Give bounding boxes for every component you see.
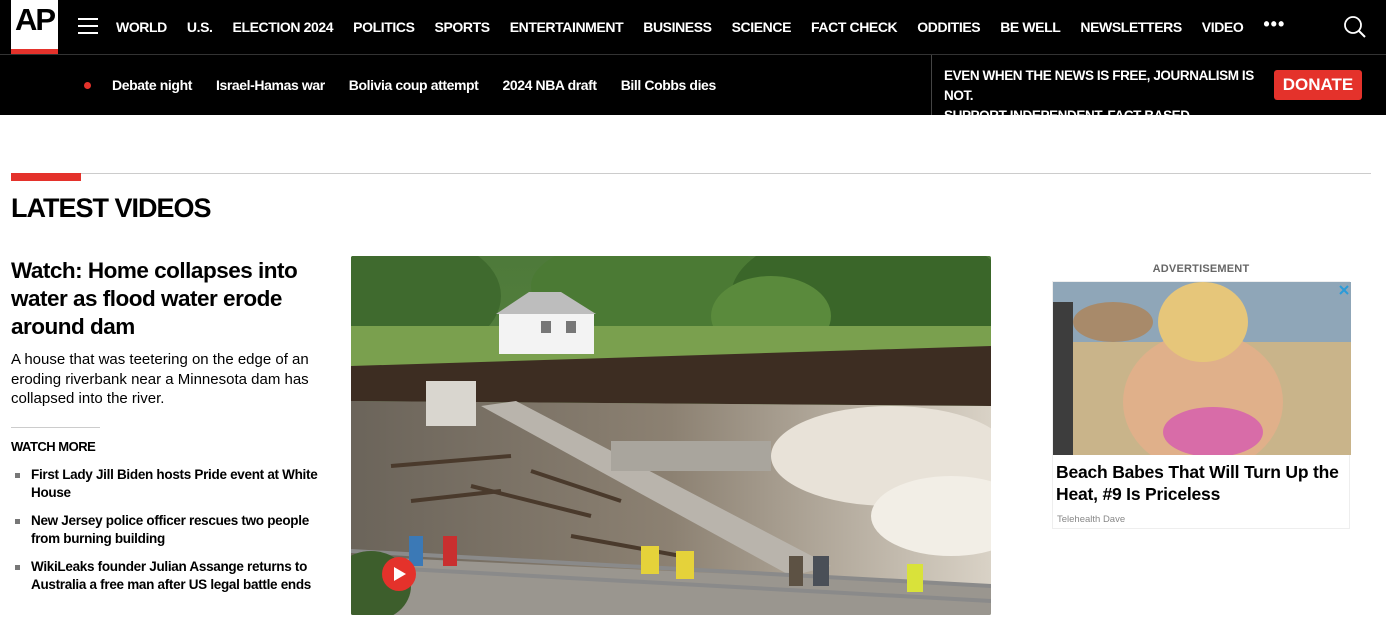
- watch-more-rule: [11, 427, 100, 428]
- nav-link-politics[interactable]: POLITICS: [343, 19, 424, 35]
- watch-more-list: First Lady Jill Biden hosts Pride event …: [11, 466, 331, 604]
- bullet-icon: [15, 519, 20, 524]
- more-menu-icon[interactable]: •••: [1253, 14, 1295, 35]
- trending-link-israel-hamas-war[interactable]: Israel-Hamas war: [204, 77, 337, 93]
- search-icon[interactable]: [1343, 15, 1367, 39]
- watch-more-link[interactable]: New Jersey police officer rescues two pe…: [31, 513, 309, 546]
- trending-link-nba-draft[interactable]: 2024 NBA draft: [490, 77, 608, 93]
- lead-headline[interactable]: Watch: Home collapses into water as floo…: [11, 257, 331, 341]
- nav-link-oddities[interactable]: ODDITIES: [907, 19, 990, 35]
- nav-link-newsletters[interactable]: NEWSLETTERS: [1070, 19, 1191, 35]
- trending-links: Debate night Israel-Hamas war Bolivia co…: [100, 55, 728, 115]
- watch-more-link[interactable]: WikiLeaks founder Julian Assange returns…: [31, 559, 311, 592]
- ad-close-icon[interactable]: [1338, 283, 1350, 295]
- section-accent-bar: [11, 173, 81, 181]
- lead-summary: A house that was teetering on the edge o…: [11, 351, 309, 407]
- promo-divider: [931, 55, 932, 115]
- donate-button[interactable]: DONATE: [1274, 70, 1362, 100]
- ad-image[interactable]: [1053, 282, 1351, 455]
- ad-headline[interactable]: Beach Babes That Will Turn Up the Heat, …: [1056, 461, 1352, 505]
- donation-promo: EVEN WHEN THE NEWS IS FREE, JOURNALISM I…: [944, 66, 1274, 146]
- main-nav-links: WORLD U.S. ELECTION 2024 POLITICS SPORTS…: [106, 0, 1295, 54]
- ad-label: ADVERTISEMENT: [1152, 263, 1250, 275]
- nav-link-entertainment[interactable]: ENTERTAINMENT: [500, 19, 634, 35]
- trending-link-bolivia-coup[interactable]: Bolivia coup attempt: [337, 77, 491, 93]
- list-item[interactable]: WikiLeaks founder Julian Assange returns…: [11, 558, 331, 594]
- nav-link-business[interactable]: BUSINESS: [633, 19, 721, 35]
- nav-link-us[interactable]: U.S.: [177, 19, 223, 35]
- ad-source: Telehealth Dave: [1057, 514, 1126, 525]
- play-button-icon[interactable]: [382, 557, 416, 591]
- nav-link-election-2024[interactable]: ELECTION 2024: [223, 19, 344, 35]
- nav-link-video[interactable]: VIDEO: [1192, 19, 1254, 35]
- nav-link-science[interactable]: SCIENCE: [722, 19, 801, 35]
- bullet-icon: [15, 473, 20, 478]
- video-player-thumbnail[interactable]: [351, 256, 991, 615]
- hamburger-menu-icon[interactable]: [78, 18, 98, 34]
- nav-link-sports[interactable]: SPORTS: [425, 19, 500, 35]
- logo-text: AP: [14, 2, 56, 37]
- trending-link-bill-cobbs[interactable]: Bill Cobbs dies: [609, 77, 728, 93]
- flood-scene-image: [351, 256, 991, 615]
- section-rule: [11, 173, 1371, 174]
- trending-link-debate-night[interactable]: Debate night: [100, 77, 204, 93]
- live-dot-icon: [84, 82, 91, 89]
- promo-line-1: EVEN WHEN THE NEWS IS FREE, JOURNALISM I…: [944, 68, 1254, 103]
- watch-more-link[interactable]: First Lady Jill Biden hosts Pride event …: [31, 467, 318, 500]
- nav-link-fact-check[interactable]: FACT CHECK: [801, 19, 907, 35]
- watch-more-label: WATCH MORE: [11, 439, 96, 454]
- nav-link-world[interactable]: WORLD: [106, 19, 177, 35]
- promo-line-2: SUPPORT INDEPENDENT, FACT-BASED JOURNALI…: [944, 108, 1190, 143]
- section-title: LATEST VIDEOS: [11, 193, 212, 223]
- list-item[interactable]: First Lady Jill Biden hosts Pride event …: [11, 466, 331, 502]
- ap-logo[interactable]: AP: [11, 0, 58, 54]
- list-item[interactable]: New Jersey police officer rescues two pe…: [11, 512, 331, 548]
- bullet-icon: [15, 565, 20, 570]
- nav-link-be-well[interactable]: BE WELL: [990, 19, 1070, 35]
